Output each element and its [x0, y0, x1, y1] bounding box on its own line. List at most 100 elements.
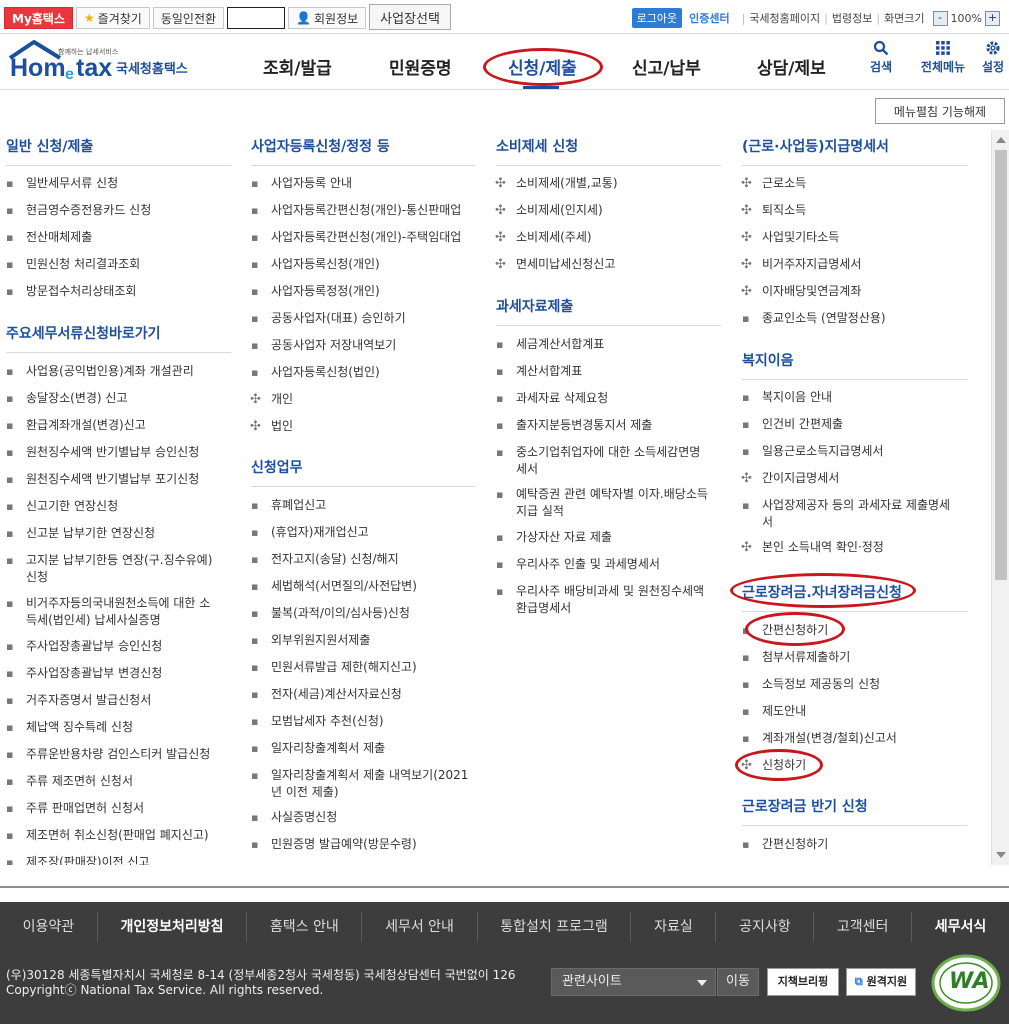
menu-item[interactable]: ▪ 공동사업자(대표) 승인하기: [251, 310, 476, 327]
menu-item[interactable]: ▪ 거주자증명서 발급신청서: [6, 692, 231, 709]
scroll-up-arrow-icon[interactable]: [996, 137, 1006, 143]
menu-item[interactable]: ▪ 민원신청 처리결과조회: [6, 256, 231, 273]
menu-item[interactable]: ▪ 공동사업자 저장내역보기: [251, 337, 476, 354]
footer-terms-link[interactable]: 이용약관: [0, 912, 98, 942]
submenu-scrollbar[interactable]: [991, 130, 1009, 865]
menu-item-expandable[interactable]: ✣ 면세미납세신청신고: [495, 256, 721, 273]
search-button[interactable]: 검색: [859, 40, 903, 75]
menu-item-expandable[interactable]: ✣ 이자배당및연금계좌: [741, 283, 967, 300]
remote-support-button[interactable]: ⧉ 원격지원: [846, 968, 916, 996]
menu-item-expandable[interactable]: ✣ 개인: [250, 391, 476, 408]
policy-briefing-badge[interactable]: 지책브리핑: [767, 968, 839, 996]
menu-item[interactable]: ▪ 사업자등록간편신청(개인)-주택임대업: [251, 229, 476, 246]
menu-item[interactable]: ▪ 출자지분등변경통지서 제출: [496, 417, 721, 434]
menu-item[interactable]: ▪ 제조장(판매장)이전 신고: [6, 854, 231, 865]
menu-item[interactable]: ▪ 간편신청하기: [742, 836, 967, 853]
footer-customer-center-link[interactable]: 고객센터: [814, 912, 913, 942]
logout-button[interactable]: 로그아웃: [631, 8, 683, 28]
footer-notice-link[interactable]: 공지사항: [716, 912, 815, 942]
related-sites-select[interactable]: 관련사이트: [551, 968, 716, 996]
menu-item[interactable]: ▪ 방문접수처리상태조회: [6, 283, 231, 300]
menu-item[interactable]: ▪ 불복(과적/이의/심사등)신청: [251, 605, 476, 622]
menu-item-expandable[interactable]: ✣ 퇴직소득: [741, 202, 967, 219]
menu-item[interactable]: ▪ 주류 제조면허 신청서: [6, 773, 231, 790]
member-info-button[interactable]: 👤 회원정보: [288, 7, 367, 29]
menu-item[interactable]: ▪ 주사업장총괄납부 승인신청: [6, 638, 231, 655]
menu-item[interactable]: ▪ 우리사주 인출 및 과세명세서: [496, 556, 721, 573]
menu-item[interactable]: ▪ 사업용(공익법인용)계좌 개설관리: [6, 363, 231, 380]
menu-item[interactable]: ▪ 환급계좌개설(변경)신고: [6, 417, 231, 434]
menu-item-expandable[interactable]: ✣ 근로소득: [741, 175, 967, 192]
menu-item[interactable]: ▪ 사업자등록간편신청(개인)-통신판매업: [251, 202, 476, 219]
menu-item[interactable]: ▪ 종교인소득 (연말정산용): [742, 310, 967, 327]
hometax-logo[interactable]: Hom e tax 함께하는 납세서비스 국세청홈택스: [4, 38, 204, 84]
gnb-report-pay[interactable]: 신고/납부: [632, 54, 701, 79]
menu-item-expandable[interactable]: ✣ 비거주자지급명세서: [741, 256, 967, 273]
menu-item[interactable]: ▪ 민원서류발급 제한(해지신고): [251, 659, 476, 676]
law-info-link[interactable]: 법령정보: [832, 10, 872, 26]
menu-item[interactable]: ▪ 전자고지(송달) 신청/해지: [251, 551, 476, 568]
menu-item[interactable]: ▪ 중소기업취업자에 대한 소득세감면명 세서: [496, 444, 721, 478]
menu-item[interactable]: ▪ 현금영수증전용카드 신청: [6, 202, 231, 219]
menu-item[interactable]: ▪ 민원증명 발급예약(방문수령): [251, 836, 476, 853]
footer-hometax-guide-link[interactable]: 홈택스 안내: [247, 912, 363, 942]
menu-item[interactable]: ▪ 계좌개설(변경/철회)신고서: [742, 730, 967, 747]
footer-install-program-link[interactable]: 통합설치 프로그램: [478, 912, 632, 942]
menu-item[interactable]: ▪ 신고분 납부기한 연장신청: [6, 525, 231, 542]
gnb-consult-report[interactable]: 상담/제보: [757, 54, 826, 79]
menu-item[interactable]: ▪ 인건비 간편제출: [742, 416, 967, 433]
menu-item-expandable[interactable]: ✣ 간이지급명세서: [741, 470, 967, 487]
menu-item[interactable]: ▪ 우리사주 배당비과세 및 원천징수세액 환급명세서: [496, 583, 721, 617]
gnb-inquiry-issue[interactable]: 조회/발급: [263, 54, 332, 79]
menu-item[interactable]: ▪ 원천징수세액 반기별납부 승인신청: [6, 444, 231, 461]
menu-item[interactable]: ▪ 사업자등록 안내: [251, 175, 476, 192]
menu-item-expandable[interactable]: ✣ 소비제세(개별,교통): [495, 175, 721, 192]
menu-item[interactable]: ▪ 일용근로소득지급명세서: [742, 443, 967, 460]
footer-tax-office-link[interactable]: 세무서 안내: [362, 912, 478, 942]
menu-item[interactable]: ▪ 전산매체제출: [6, 229, 231, 246]
nts-home-link[interactable]: 국세청홈페이지: [749, 10, 820, 26]
scroll-down-arrow-icon[interactable]: [996, 852, 1006, 858]
menu-item[interactable]: ▪ 주류 판매업면허 신청서: [6, 800, 231, 817]
related-sites-go-button[interactable]: 이동: [717, 968, 759, 996]
menu-item[interactable]: ▪ 일자리창출계획서 제출 내역보기(2021 년 이전 제출): [251, 767, 476, 801]
menu-item[interactable]: ▪ 사업자등록신청(개인): [251, 256, 476, 273]
menu-item[interactable]: ▪ 사업자등록정정(개인): [251, 283, 476, 300]
menu-item[interactable]: ▪ 소득정보 제공동의 신청: [742, 676, 967, 693]
menu-item-expandable[interactable]: ✣ 사업및기타소득: [741, 229, 967, 246]
favorites-button[interactable]: ★ 즐겨찾기: [75, 7, 150, 29]
menu-item[interactable]: ▪ 고지분 납부기한등 연장(구.징수유예) 신청: [6, 552, 231, 586]
business-select-button[interactable]: 사업장선택: [369, 4, 451, 30]
scrollbar-thumb[interactable]: [995, 150, 1007, 580]
cert-center-link[interactable]: 인증센터: [689, 10, 729, 26]
zoom-in-button[interactable]: +: [985, 10, 1000, 26]
menu-item[interactable]: ▪ 제조면허 취소신청(판매업 폐지신고): [6, 827, 231, 844]
menu-item[interactable]: ▪ 계산서합계표: [496, 363, 721, 380]
menu-item[interactable]: ▪ 세법해석(서면질의/사전답변): [251, 578, 476, 595]
menu-item[interactable]: ▪ 원천징수세액 반기별납부 포기신청: [6, 471, 231, 488]
menu-item-expandable[interactable]: ✣ 본인 소득내역 확인·정정: [741, 539, 967, 556]
menu-item[interactable]: ▪ 세금계산서합계표: [496, 336, 721, 353]
menu-item[interactable]: ▪ 제도안내: [742, 703, 967, 720]
menu-item[interactable]: ▪ 주류운반용차량 검인스티커 발급신청: [6, 746, 231, 763]
menu-item[interactable]: ▪ 주사업장총괄납부 변경신청: [6, 665, 231, 682]
menu-item[interactable]: ▪ 첨부서류제출하기: [742, 649, 967, 666]
menu-item[interactable]: ▪ 사실증명신청: [251, 809, 476, 826]
menu-item-expandable[interactable]: ✣ 소비제세(인지세): [495, 202, 721, 219]
menu-item[interactable]: ▪ 예탁증권 관련 예탁자별 이자.배당소득 지급 실적: [496, 486, 721, 520]
my-hometax-button[interactable]: My홈택스: [4, 7, 73, 29]
menu-item-expandable[interactable]: ✣ 법인: [250, 418, 476, 435]
menu-item[interactable]: ▪ 모범납세자 추천(신청): [251, 713, 476, 730]
menu-item[interactable]: ▪ 가상자산 자료 제출: [496, 529, 721, 546]
menu-item[interactable]: ▪ 복지이음 안내: [742, 389, 967, 406]
menu-item[interactable]: ▪ (휴업자)재개업신고: [251, 524, 476, 541]
all-menu-button[interactable]: 전체메뉴: [920, 40, 966, 75]
footer-archive-link[interactable]: 자료실: [631, 912, 717, 942]
menu-expand-toggle-button[interactable]: 메뉴펼침 기능해제: [875, 98, 1005, 124]
menu-item[interactable]: ▪ 사업자등록신청(법인): [251, 364, 476, 381]
footer-privacy-link[interactable]: 개인정보처리방침: [98, 912, 248, 942]
menu-item[interactable]: ▪ 송달장소(변경) 신고: [6, 390, 231, 407]
menu-item[interactable]: ▪ 전자(세금)계산서자료신청: [251, 686, 476, 703]
menu-item[interactable]: ▪ 체납액 징수특례 신청: [6, 719, 231, 736]
menu-item[interactable]: ▪ 사업장제공자 등의 과세자료 제출명세 서: [742, 497, 967, 531]
